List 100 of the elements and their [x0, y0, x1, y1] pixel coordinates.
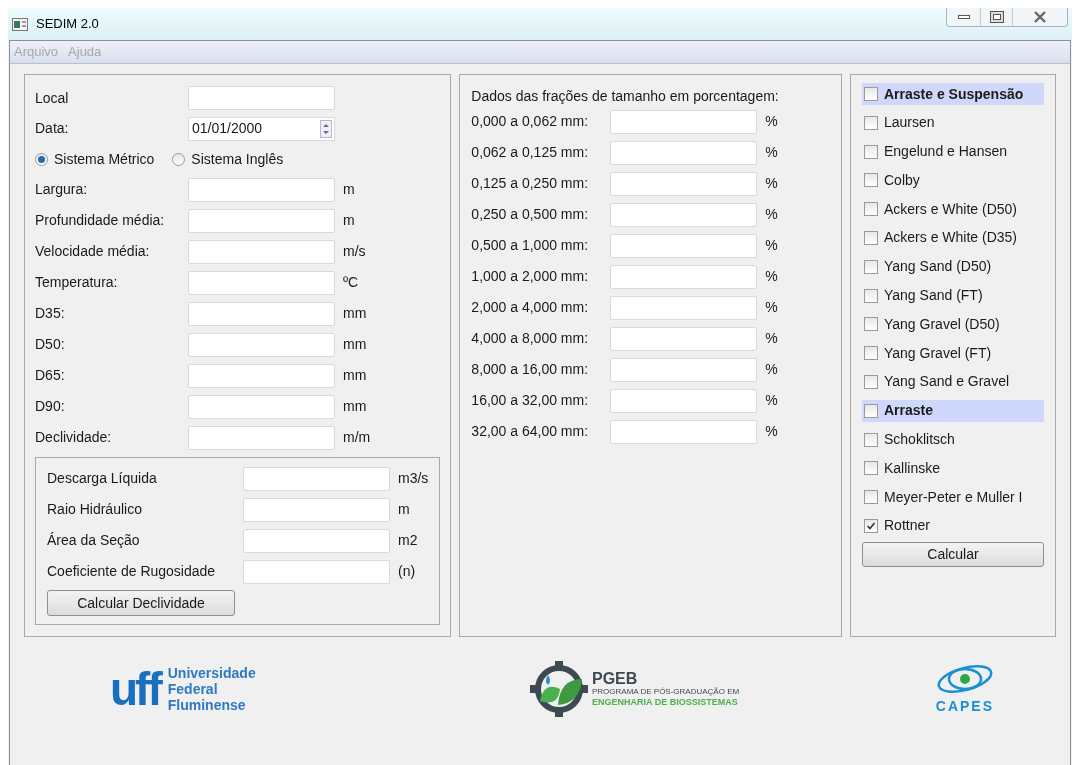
- input-field[interactable]: [188, 177, 335, 202]
- checkbox[interactable]: [864, 518, 878, 533]
- unit-label: %: [765, 174, 778, 193]
- field-label: 8,000 a 16,00 mm:: [471, 360, 590, 379]
- calcular-declividade-button[interactable]: Calcular Declividade: [47, 590, 235, 616]
- input-field[interactable]: [188, 208, 335, 233]
- input-field[interactable]: [610, 171, 758, 196]
- unit-label: %: [765, 360, 778, 379]
- close-icon: [1033, 11, 1047, 23]
- checkbox[interactable]: [864, 461, 878, 476]
- method-item[interactable]: Yang Gravel (FT): [862, 342, 1044, 365]
- field-label: Data:: [35, 119, 70, 138]
- field-label: D50:: [35, 335, 66, 354]
- university-name: Fluminense: [167, 697, 247, 713]
- gear-leaf-icon: [530, 661, 588, 717]
- method-item[interactable]: Ackers e White (D35): [862, 227, 1044, 249]
- pgeb-logo-text: PGEB: [592, 670, 639, 687]
- input-field[interactable]: [610, 295, 758, 320]
- radio-label: Sistema Inglês: [191, 149, 284, 169]
- method-item[interactable]: Yang Sand e Gravel: [862, 370, 1044, 393]
- checkbox[interactable]: [864, 288, 878, 303]
- field-label: Profundidade média:: [35, 211, 166, 230]
- field-label: 0,250 a 0,500 mm:: [471, 205, 590, 224]
- input-field[interactable]: [188, 239, 335, 264]
- window-title: SEDIM 2.0: [36, 15, 99, 34]
- unit-label: (n): [398, 562, 416, 581]
- input-field[interactable]: [610, 109, 758, 134]
- unit-label: %: [765, 298, 778, 317]
- input-field[interactable]: [188, 363, 335, 388]
- unit-label: m: [343, 180, 355, 199]
- group-header[interactable]: Arraste e Suspensão: [862, 83, 1044, 105]
- field-label: D90:: [35, 397, 66, 416]
- input-field[interactable]: [188, 425, 335, 450]
- checkbox[interactable]: [864, 202, 878, 217]
- input-field[interactable]: [610, 233, 758, 258]
- radio-button[interactable]: [35, 152, 48, 166]
- maximize-icon: [989, 11, 1004, 23]
- method-item[interactable]: Engelund e Hansen: [862, 140, 1044, 163]
- method-item[interactable]: Kallinske: [862, 457, 1044, 480]
- method-item[interactable]: Yang Gravel (D50): [862, 313, 1044, 336]
- app-icon: [12, 17, 28, 31]
- calcular-button[interactable]: Calcular: [862, 541, 1044, 567]
- checkbox[interactable]: [864, 259, 878, 274]
- unit-label: %: [765, 329, 778, 348]
- field-label: 0,062 a 0,125 mm:: [471, 143, 590, 162]
- input-field[interactable]: [243, 528, 390, 553]
- date-field[interactable]: 01/01/2000: [188, 116, 335, 141]
- university-name: Federal: [167, 681, 219, 697]
- input-field[interactable]: [610, 357, 758, 382]
- unit-label: mm: [343, 397, 367, 416]
- unit-label: mm: [343, 304, 367, 323]
- radio-button[interactable]: [172, 152, 186, 166]
- method-item[interactable]: Colby: [862, 169, 1044, 192]
- input-field[interactable]: [610, 202, 758, 227]
- method-item[interactable]: Yang Sand (FT): [862, 284, 1044, 307]
- input-field[interactable]: [188, 301, 335, 326]
- check-icon: [866, 520, 876, 531]
- method-item[interactable]: Ackers e White (D50): [862, 198, 1044, 221]
- field-label: 16,00 a 32,00 mm:: [471, 391, 590, 410]
- method-item[interactable]: Meyer-Peter e Muller I: [862, 486, 1044, 509]
- input-field[interactable]: [243, 497, 390, 522]
- input-field[interactable]: [188, 332, 335, 357]
- unit-label: %: [765, 236, 778, 255]
- uff-logo-mark: uff: [110, 666, 160, 712]
- checkbox[interactable]: [864, 144, 878, 159]
- checkbox[interactable]: [864, 87, 878, 101]
- capes-logo-text: CAPES: [935, 696, 994, 716]
- input-field[interactable]: [610, 419, 758, 444]
- checkbox[interactable]: [864, 490, 878, 505]
- checkbox[interactable]: [864, 231, 878, 245]
- checkbox[interactable]: [864, 403, 878, 418]
- input-field[interactable]: [610, 140, 758, 165]
- method-item[interactable]: Schoklitsch: [862, 428, 1044, 451]
- checkbox[interactable]: [864, 115, 878, 130]
- input-field[interactable]: [610, 264, 758, 289]
- input-field[interactable]: [188, 394, 335, 419]
- unit-label: %: [765, 143, 778, 162]
- input-field[interactable]: [188, 270, 335, 295]
- field-label: D65:: [35, 366, 66, 385]
- checkbox[interactable]: [864, 317, 878, 332]
- input-field[interactable]: [610, 326, 758, 351]
- unit-label: mm: [343, 366, 367, 385]
- group-header[interactable]: Arraste: [862, 399, 1044, 422]
- method-item[interactable]: Yang Sand (D50): [862, 255, 1044, 278]
- input-field[interactable]: [243, 559, 390, 584]
- checkbox[interactable]: [864, 432, 878, 447]
- field-label: Largura:: [35, 180, 89, 199]
- unit-label: m2: [398, 531, 418, 550]
- input-field[interactable]: [243, 466, 390, 491]
- method-item[interactable]: Rottner: [862, 514, 1044, 537]
- unit-label: m3/s: [398, 469, 429, 488]
- input-field[interactable]: [610, 388, 758, 413]
- checkbox[interactable]: [864, 374, 878, 389]
- unit-label: mm: [343, 335, 367, 354]
- field-label: Descarga Líquida: [47, 469, 158, 488]
- method-item[interactable]: Laursen: [862, 111, 1044, 134]
- checkbox[interactable]: [864, 173, 878, 188]
- checkbox[interactable]: [864, 346, 878, 361]
- input-field[interactable]: [188, 86, 335, 110]
- unit-label: m: [343, 211, 355, 230]
